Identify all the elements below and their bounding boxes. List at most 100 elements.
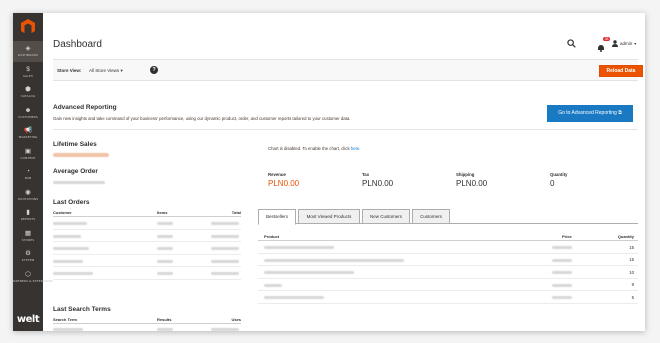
sidebar-item-icon: ⬡ [25, 270, 31, 278]
redacted-cell [552, 258, 572, 262]
table-row[interactable] [53, 255, 241, 267]
sidebar-item-label: CATALOG [20, 94, 36, 99]
table-row[interactable] [53, 230, 241, 242]
redacted-cell [211, 234, 239, 238]
sidebar-item-icon: ⚙ [25, 250, 31, 258]
user-icon [612, 40, 618, 47]
redacted-cell [552, 283, 572, 287]
sidebar-item-sales[interactable]: $ SALES [13, 62, 43, 83]
col-items: Items [157, 210, 168, 215]
sidebar-item-label: DASHBOARD [17, 53, 39, 58]
redacted-cell [157, 259, 173, 263]
redacted-cell [157, 222, 173, 225]
tab-bestsellers[interactable]: Bestsellers [258, 209, 296, 225]
average-order-value-redacted [53, 181, 105, 184]
help-icon[interactable]: ? [150, 66, 158, 74]
sidebar-item-content[interactable]: ▣ CONTENT [13, 144, 43, 165]
redacted-cell [552, 246, 572, 249]
table-row[interactable] [53, 324, 241, 331]
total-value: PLN0.00 [456, 179, 488, 188]
redacted-cell [264, 283, 282, 287]
tab-new-customers[interactable]: New Customers [362, 209, 410, 224]
enable-chart-link[interactable]: here. [351, 146, 361, 151]
table-row[interactable]: 15 [258, 241, 638, 254]
advanced-reporting-button[interactable]: Go to Advanced Reporting ⧉ [547, 105, 633, 122]
total-label: Revenue [268, 172, 286, 177]
sidebar-item-icon: $ [26, 65, 30, 73]
redacted-cell [552, 271, 572, 274]
sidebar-item-stores[interactable]: ▦ STORES [13, 226, 43, 247]
table-row[interactable]: 10 [258, 266, 638, 279]
sidebar-item-system[interactable]: ⚙ SYSTEM [13, 246, 43, 267]
total-quantity: Quantity 0 [550, 172, 567, 188]
table-row[interactable] [53, 217, 241, 230]
col-search-term: Search Term [53, 317, 77, 322]
table-row[interactable] [53, 242, 241, 255]
redacted-cell [264, 258, 404, 262]
sidebar-item-marketing[interactable]: 📢 MARKETING [13, 123, 43, 144]
quantity-cell: 15 [629, 257, 634, 262]
total-label: Quantity [550, 172, 568, 177]
sidebar-item-label: SYSTEM [21, 258, 35, 263]
redacted-cell [264, 296, 324, 299]
col-total: Total [231, 210, 241, 215]
quantity-cell: 15 [629, 244, 634, 250]
account-menu[interactable]: admin ▾ [612, 40, 636, 47]
last-orders-table: Customer Items Total [53, 210, 241, 280]
table-row[interactable] [53, 267, 241, 280]
sidebar-item-label: CUSTOMERS [18, 114, 38, 119]
sidebar-item-customers[interactable]: ☻ CUSTOMERS [13, 103, 43, 124]
sidebar-item-icon: ▮ [26, 209, 30, 217]
advanced-reporting-button-label: Go to Advanced Reporting [558, 110, 617, 116]
section-divider [53, 129, 638, 130]
quantity-cell: 5 [631, 294, 634, 300]
table-row[interactable]: 9 [258, 279, 638, 291]
welt-brand: welt [15, 314, 41, 325]
redacted-cell [53, 272, 93, 275]
col-price: Price [562, 234, 572, 239]
reload-data-button[interactable]: Reload Data [599, 65, 643, 77]
redacted-cell [211, 247, 239, 250]
sidebar-item-label: REPORTS [20, 217, 36, 222]
sidebar-item-reports[interactable]: ▮ REPORTS [13, 205, 43, 226]
redacted-cell [53, 247, 89, 250]
sidebar-item-quotations[interactable]: ◉ QUOTATIONS [13, 185, 43, 206]
notifications-count-badge: 38 [603, 37, 610, 41]
magento-logo[interactable] [13, 13, 43, 41]
sidebar-item-label: SALES [23, 73, 33, 78]
store-view-select[interactable]: All Store Views ▾ [89, 68, 123, 74]
table-row[interactable]: 5 [258, 291, 638, 304]
dashboard-tabs: Bestsellers Most Viewed Products New Cus… [258, 209, 638, 225]
page-title: Dashboard [53, 39, 102, 50]
store-view-label: Store View: [57, 68, 82, 73]
redacted-cell [552, 296, 572, 299]
tab-customers[interactable]: Customers [412, 209, 450, 224]
redacted-cell [53, 328, 83, 331]
redacted-cell [157, 328, 173, 331]
sidebar-item-catalog[interactable]: ⬢ CATALOG [13, 82, 43, 103]
search-icon[interactable] [567, 39, 576, 48]
magento-logo-icon [21, 19, 35, 34]
quantity-cell: 9 [631, 282, 634, 287]
table-row[interactable]: 15 [258, 254, 638, 266]
store-view-bar: Store View: All Store Views ▾ ? Reload D… [53, 59, 643, 81]
sidebar-item-dashboard[interactable]: ◈ DASHBOARD [13, 41, 43, 62]
sidebar-item-label: CONTENT [20, 155, 36, 160]
col-results: Results [157, 317, 172, 322]
last-orders-header: Customer Items Total [53, 210, 241, 217]
advanced-reporting-description: Gain new insights and take command of yo… [53, 116, 351, 121]
tab-most-viewed-products[interactable]: Most Viewed Products [298, 209, 360, 224]
redacted-cell [211, 259, 239, 263]
col-customer: Customer [53, 210, 72, 215]
welt-logo: welt [16, 314, 40, 325]
sidebar-item-label: B2B [24, 176, 32, 181]
sidebar-item-icon: ◉ [25, 188, 31, 196]
redacted-cell [53, 259, 83, 263]
main-content: Dashboard 38 admin ▾ Store View: All Sto… [43, 13, 645, 331]
col-product: Product [264, 234, 280, 239]
redacted-cell [264, 246, 334, 249]
user-name: admin [620, 41, 633, 46]
sidebar-item-find-partners-extensions[interactable]: ⬡FIND PARTNERS & EXTENSIONS [13, 267, 53, 288]
notifications-button[interactable]: 38 [597, 37, 610, 52]
sidebar-item-b2b[interactable]: ◔ B2B [13, 164, 43, 185]
